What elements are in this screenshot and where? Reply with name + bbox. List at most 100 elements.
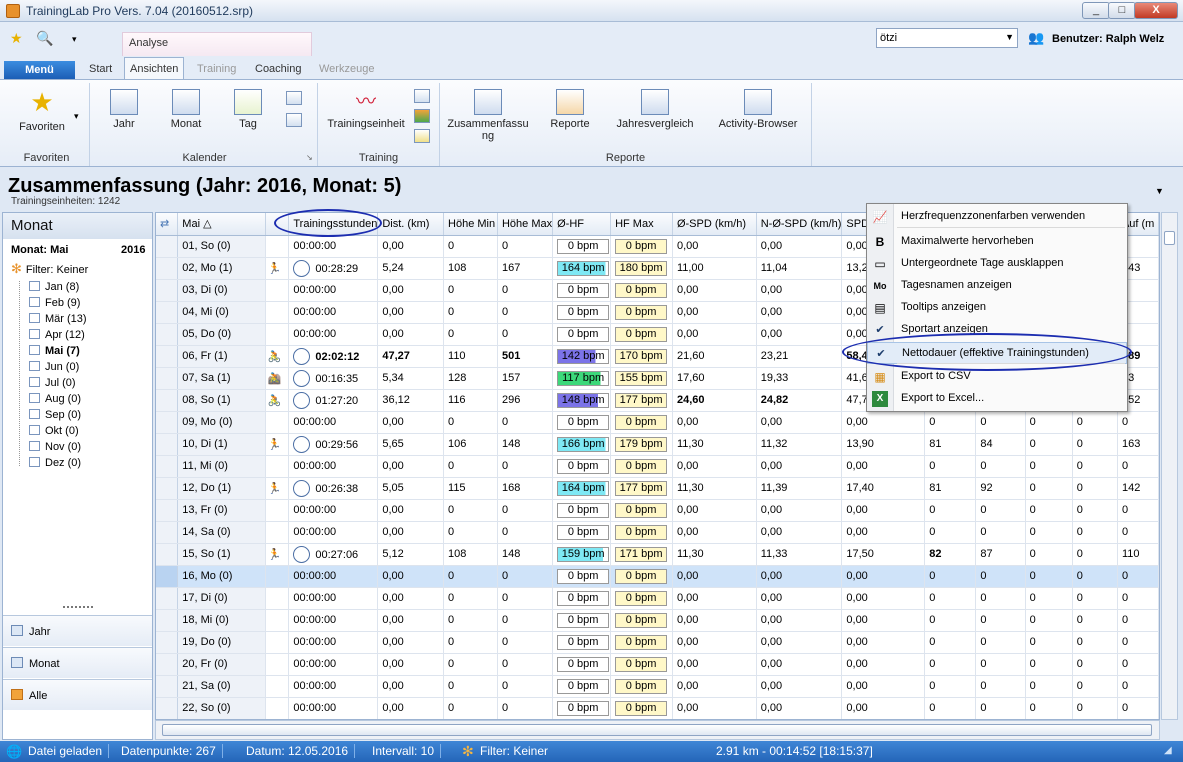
nav-monat-button[interactable]: Monat <box>3 647 152 678</box>
table-row[interactable]: 21, Sa (0) 00:00:00 0,00 0 0 0 bpm 0 bpm 0,00 0,… <box>156 675 1159 698</box>
table-row[interactable]: 16, Mo (0) 00:00:00 0,00 0 0 0 bpm 0 bpm 0,00 0,… <box>156 565 1159 588</box>
month-item[interactable]: Dez (0) <box>29 457 81 469</box>
table-row[interactable]: 11, Mi (0) 00:00:00 0,00 0 0 0 bpm 0 bpm 0,00 0,… <box>156 455 1159 478</box>
hscroll-thumb[interactable] <box>162 724 1152 736</box>
month-item[interactable]: Apr (12) <box>29 329 85 341</box>
context-menu-item[interactable]: 📈 Herzfrequenzzonenfarben verwenden <box>867 206 1127 228</box>
table-row[interactable]: 13, Fr (0) 00:00:00 0,00 0 0 0 bpm 0 bpm 0,00 0,… <box>156 499 1159 522</box>
tab-start[interactable]: Start <box>84 62 117 76</box>
monat-button[interactable]: Monat <box>166 89 206 130</box>
jahr-button[interactable]: Jahr <box>106 89 142 130</box>
tab-werkzeuge[interactable]: Werkzeuge <box>314 62 379 76</box>
column-header[interactable]: Ø-HF <box>552 213 612 236</box>
month-item[interactable]: Nov (0) <box>29 441 81 453</box>
refresh-column-header[interactable]: ⇄ <box>156 213 179 236</box>
table-row[interactable]: 12, Do (1) 🏃 00:26:38 5,05 115 168 164 bpm 177 … <box>156 477 1159 500</box>
tag-button[interactable]: Tag <box>230 89 266 130</box>
table-row[interactable]: 19, Do (0) 00:00:00 0,00 0 0 0 bpm 0 bpm 0,00 0,… <box>156 631 1159 654</box>
month-item[interactable]: Mär (13) <box>29 313 87 325</box>
column-header[interactable]: Dist. (km) <box>377 213 445 236</box>
table-row[interactable]: 18, Mi (0) 00:00:00 0,00 0 0 0 bpm 0 bpm 0,00 0,… <box>156 609 1159 632</box>
height-min-cell: 0 <box>443 675 498 698</box>
table-row[interactable]: 22, So (0) 00:00:00 0,00 0 0 0 bpm 0 bpm 0,00 0,… <box>156 697 1159 719</box>
month-item[interactable]: Jun (0) <box>29 361 79 373</box>
height-max-cell: 0 <box>497 411 554 434</box>
column-header[interactable]: Höhe Max <box>497 213 554 236</box>
table-row[interactable]: 14, Sa (0) 00:00:00 0,00 0 0 0 bpm 0 bpm 0,00 0,… <box>156 521 1159 544</box>
month-item[interactable]: Mai (7) <box>29 345 80 357</box>
column-header[interactable]: HF Max <box>610 213 673 236</box>
value-col: 0 <box>980 526 987 538</box>
table-row[interactable]: 15, So (1) 🏃 00:27:06 5,12 108 148 159 bpm 171 … <box>156 543 1159 566</box>
max-hr-badge: 0 bpm <box>615 524 668 540</box>
month-item[interactable]: Okt (0) <box>29 425 79 437</box>
jahresvergleich-button[interactable]: Jahresvergleich <box>612 89 698 130</box>
tab-training[interactable]: Training <box>192 62 241 76</box>
month-item[interactable]: Sep (0) <box>29 409 81 421</box>
zusammenfassung-button[interactable]: Zusammenfassu ng <box>446 89 530 142</box>
reporte-button[interactable]: Reporte <box>544 89 596 130</box>
training-edit-icon[interactable] <box>414 129 430 143</box>
activity-browser-button[interactable]: Activity-Browser <box>712 89 804 130</box>
tab-ansichten[interactable]: Ansichten <box>124 57 185 80</box>
context-menu-item[interactable]: ▭ Untergeordnete Tage ausklappen <box>867 253 1127 275</box>
nav-alle-button[interactable]: Alle <box>3 679 152 710</box>
value-cell: 0 <box>1025 411 1073 434</box>
scroll-thumb[interactable] <box>1164 231 1175 245</box>
qat-dropdown-icon[interactable]: ▾ <box>72 34 77 45</box>
net-avg-speed: 0,00 <box>760 658 783 670</box>
month-item[interactable]: Aug (0) <box>29 393 81 405</box>
table-row[interactable]: 17, Di (0) 00:00:00 0,00 0 0 0 bpm 0 bpm 0,00 0,… <box>156 587 1159 610</box>
avg-hr-cell: 0 bpm <box>552 323 612 346</box>
context-menu-item[interactable]: ▤ Tooltips anzeigen <box>867 297 1127 319</box>
month-item[interactable]: Feb (9) <box>29 297 80 309</box>
month-item-label: Okt (0) <box>45 425 79 437</box>
header-dropdown-icon[interactable]: ▼ <box>1155 186 1164 196</box>
training-bar-icon[interactable] <box>414 109 430 123</box>
table-row[interactable]: 20, Fr (0) 00:00:00 0,00 0 0 0 bpm 0 bpm 0,00 0,… <box>156 653 1159 676</box>
column-header[interactable]: Ø-SPD (km/h) <box>672 213 757 236</box>
trainingseinheit-button[interactable]: 〰 Trainingseinheit <box>322 89 410 130</box>
avg-speed-cell: 11,30 <box>672 543 757 566</box>
maximize-button[interactable]: □ <box>1108 2 1136 19</box>
month-item[interactable]: Jan (8) <box>29 281 79 293</box>
favorites-star-icon[interactable]: ★ <box>10 30 23 47</box>
calendar-list-icon[interactable] <box>286 91 302 105</box>
users-icon[interactable]: 👥 <box>1028 30 1044 46</box>
column-header[interactable]: Mai △ <box>177 213 266 236</box>
column-header[interactable]: N-Ø-SPD (km/h) <box>756 213 843 236</box>
calendar-print-icon[interactable] <box>286 113 302 127</box>
day-cell: 02, Mo (1) <box>177 257 266 280</box>
menu-button[interactable]: Menü <box>4 61 75 79</box>
user-select[interactable]: ötzi ▼ <box>876 28 1018 48</box>
table-row[interactable]: 09, Mo (0) 00:00:00 0,00 0 0 0 bpm 0 bpm 0,00 0,… <box>156 411 1159 434</box>
avg-hr-badge: 0 bpm <box>557 568 610 584</box>
month-item-label: Jan (8) <box>45 281 80 293</box>
favoriten-button[interactable]: ★ Favoriten <box>12 89 72 133</box>
minimize-button[interactable]: _ <box>1082 2 1110 19</box>
horizontal-scrollbar[interactable] <box>155 720 1160 740</box>
tab-coaching[interactable]: Coaching <box>250 62 306 76</box>
month-item[interactable]: Jul (0) <box>29 377 76 389</box>
column-header[interactable]: Höhe Min <box>443 213 498 236</box>
context-menu-item[interactable]: X Export to Excel... <box>867 388 1127 410</box>
avg-speed-cell: 0,00 <box>672 521 757 544</box>
pane-splitter-grip[interactable] <box>63 606 93 610</box>
avg-speed: 0,00 <box>676 570 699 582</box>
training-hours-cell: 00:27:06 <box>288 543 379 566</box>
avg-hr-badge: 142 bpm <box>557 348 610 364</box>
training-compare-icon[interactable] <box>414 89 430 103</box>
context-menu-item[interactable]: Mo Tagesnamen anzeigen <box>867 275 1127 297</box>
close-button[interactable]: X <box>1134 2 1178 19</box>
height-max-cell: 0 <box>497 565 554 588</box>
table-row[interactable]: 10, Di (1) 🏃 00:29:56 5,65 106 148 166 bpm 179 … <box>156 433 1159 456</box>
resize-grip-icon[interactable]: ◢ <box>1164 745 1172 756</box>
height-max: 0 <box>501 460 509 472</box>
search-doc-icon[interactable]: 🔍 <box>36 30 53 47</box>
vertical-scrollbar[interactable] <box>1161 212 1178 720</box>
favoriten-dropdown-icon[interactable]: ▾ <box>74 111 79 122</box>
nav-jahr-button[interactable]: Jahr <box>3 615 152 646</box>
context-menu-item[interactable]: B Maximalwerte hervorheben <box>867 231 1127 253</box>
filter-item[interactable]: ✻ Filter: Keiner <box>11 261 88 277</box>
avg-speed: 0,00 <box>676 240 699 252</box>
